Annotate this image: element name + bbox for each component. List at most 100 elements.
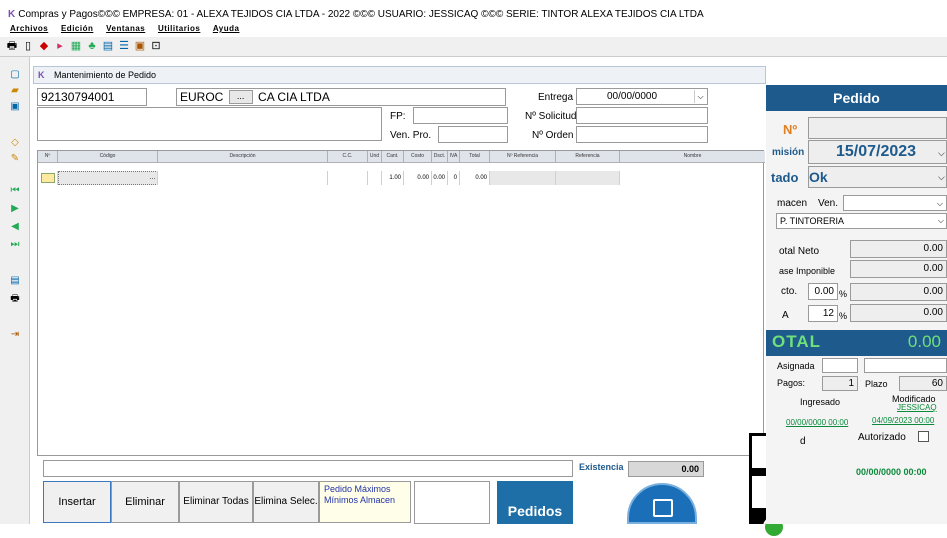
preview-icon[interactable]: ▤	[9, 275, 21, 287]
print-icon[interactable]: 🖶	[6, 40, 18, 52]
next-icon[interactable]: ▶	[9, 203, 21, 215]
grid-header-cant: Cant.	[382, 151, 404, 163]
dcto-value: 0.00	[850, 283, 947, 301]
insertar-button[interactable]: Insertar	[43, 481, 111, 523]
emision-chevron-icon[interactable]: ⌵	[938, 148, 945, 159]
cant-cell[interactable]: 1.00	[382, 171, 404, 185]
exit-icon[interactable]: ⇥	[9, 329, 21, 341]
form-logo-icon: K	[38, 70, 45, 80]
venpro-input[interactable]	[438, 126, 508, 143]
ven-select[interactable]: ⌵	[843, 195, 947, 211]
grid-header-no: Nº	[38, 151, 58, 163]
new-document-icon[interactable]: ▯	[22, 40, 34, 52]
row-folder-icon[interactable]	[38, 171, 58, 185]
save-icon[interactable]: ▣	[9, 101, 21, 113]
save-circle-icon[interactable]	[627, 483, 697, 524]
codigo-cell[interactable]	[58, 171, 158, 185]
asignada-field[interactable]	[822, 358, 858, 373]
solicitud-input[interactable]	[576, 107, 708, 124]
total-bar: OTAL 0.00	[766, 330, 947, 356]
print-left-icon[interactable]: 🖶	[9, 293, 21, 305]
almacen-label: macen	[777, 198, 808, 209]
items-grid[interactable]: Nº Código Descripción C.C. Und Cant. Cos…	[37, 150, 765, 456]
pedidos-button[interactable]: Pedidos	[497, 481, 573, 524]
eliminar-button[interactable]: Eliminar	[111, 481, 179, 523]
camera-icon[interactable]: ⊡	[150, 40, 162, 52]
menu-archivos[interactable]: Archivos	[10, 24, 48, 33]
total-cell[interactable]: 0.00	[460, 171, 490, 185]
list-icon[interactable]: ☰	[118, 40, 130, 52]
dcto-label: cto.	[781, 286, 798, 297]
edit-icon[interactable]: ◇	[9, 137, 21, 149]
app-logo-icon: K	[8, 9, 16, 20]
total-neto-label: otal Neto	[779, 246, 820, 257]
plazo-value[interactable]: 60	[899, 376, 947, 391]
tree-icon[interactable]: ♣	[86, 40, 98, 52]
forward-icon[interactable]: ▸	[54, 40, 66, 52]
d-label: d	[800, 436, 806, 447]
search-bottom-input[interactable]	[43, 460, 573, 477]
new-icon[interactable]: ▢	[9, 69, 21, 81]
last-icon[interactable]: ⏭	[9, 239, 21, 251]
total-value: 0.00	[907, 332, 941, 351]
provider-search-button[interactable]: ...	[228, 90, 253, 104]
eliminar-todas-button[interactable]: Eliminar Todas	[179, 481, 253, 523]
referencia-cell[interactable]	[556, 171, 620, 185]
cc-cell[interactable]	[328, 171, 368, 185]
existencia-label: Existencia	[579, 462, 624, 472]
asignada-field-2[interactable]	[864, 358, 947, 373]
dcto-pct-input[interactable]: 0.00	[808, 283, 838, 300]
und-cell[interactable]	[368, 171, 382, 185]
elimina-selec-button[interactable]: Elimina Selec.	[253, 481, 319, 523]
nreferencia-cell[interactable]	[490, 171, 556, 185]
back-icon[interactable]: ◆	[38, 40, 50, 52]
estado-chevron-icon[interactable]: ⌵	[938, 172, 945, 183]
autorizado-checkbox[interactable]	[918, 431, 929, 442]
notes-textarea[interactable]	[37, 107, 382, 141]
almacen-select[interactable]: P. TINTORERIA ⌵	[776, 213, 947, 229]
pagos-value[interactable]: 1	[822, 376, 858, 391]
prev-icon[interactable]: ◀	[9, 221, 21, 233]
modificado-user[interactable]: JESSICAQ	[897, 403, 937, 412]
pedido-panel-title: Pedido	[766, 85, 947, 111]
open-icon[interactable]: ▰	[9, 85, 21, 97]
grid-header-costo: Costo	[404, 151, 432, 163]
solicitud-label: Nº Solicitud	[525, 111, 577, 122]
no-field	[808, 117, 947, 139]
left-toolbar: ▢ ▰ ▣ ◇ ✎ ⏮ ▶ ◀ ⏭ ▤ 🖶 ⇥	[0, 57, 30, 524]
pedido-maximos-button[interactable]: Pedido Máximos Mínimos Almacen	[319, 481, 411, 523]
venpro-label: Ven. Pro.	[390, 130, 432, 141]
menu-edicion[interactable]: Edición	[61, 24, 93, 33]
ingresado-date[interactable]: 00/00/0000 00:00	[786, 418, 848, 427]
first-icon[interactable]: ⏮	[9, 185, 21, 197]
chevron-down-icon[interactable]: ⌵	[694, 90, 706, 103]
bottom-list[interactable]	[414, 481, 490, 524]
menu-ventanas[interactable]: Ventanas	[106, 24, 145, 33]
codigo-lookup-button[interactable]: …	[148, 171, 158, 185]
entrega-field[interactable]: 00/00/0000 ⌵	[576, 88, 708, 105]
grid-header-nombre: Nombre	[620, 151, 765, 163]
iva-pct-input[interactable]: 12	[808, 305, 838, 322]
estado-field[interactable]: Ok	[808, 166, 947, 188]
table-icon[interactable]: ▤	[102, 40, 114, 52]
dsct-cell[interactable]: 0.00	[432, 171, 448, 185]
ruc-input[interactable]: 92130794001	[37, 88, 147, 106]
grid-header-codigo: Código	[58, 151, 158, 163]
iva-cell[interactable]: 0	[448, 171, 460, 185]
menu-utilitarios[interactable]: Utilitarios	[158, 24, 200, 33]
pagos-label: Pagos:	[777, 378, 806, 388]
descripcion-cell[interactable]	[158, 171, 328, 185]
fp-input[interactable]	[413, 107, 508, 124]
cut-icon[interactable]: ✎	[9, 153, 21, 165]
provider-input[interactable]: EUROC ... CA CIA LTDA	[176, 88, 506, 106]
orden-input[interactable]	[576, 126, 708, 143]
emision-field[interactable]: 15/07/2023	[808, 140, 947, 164]
modificado-date[interactable]: 04/09/2023 00:00	[872, 416, 934, 425]
costo-cell[interactable]: 0.00	[404, 171, 432, 185]
grid-icon[interactable]: ▦	[70, 40, 82, 52]
iva-value: 0.00	[850, 304, 947, 322]
existencia-value: 0.00	[628, 461, 704, 477]
report-icon[interactable]: ▣	[134, 40, 146, 52]
ven-label: Ven.	[818, 198, 839, 209]
menu-ayuda[interactable]: Ayuda	[213, 24, 240, 33]
